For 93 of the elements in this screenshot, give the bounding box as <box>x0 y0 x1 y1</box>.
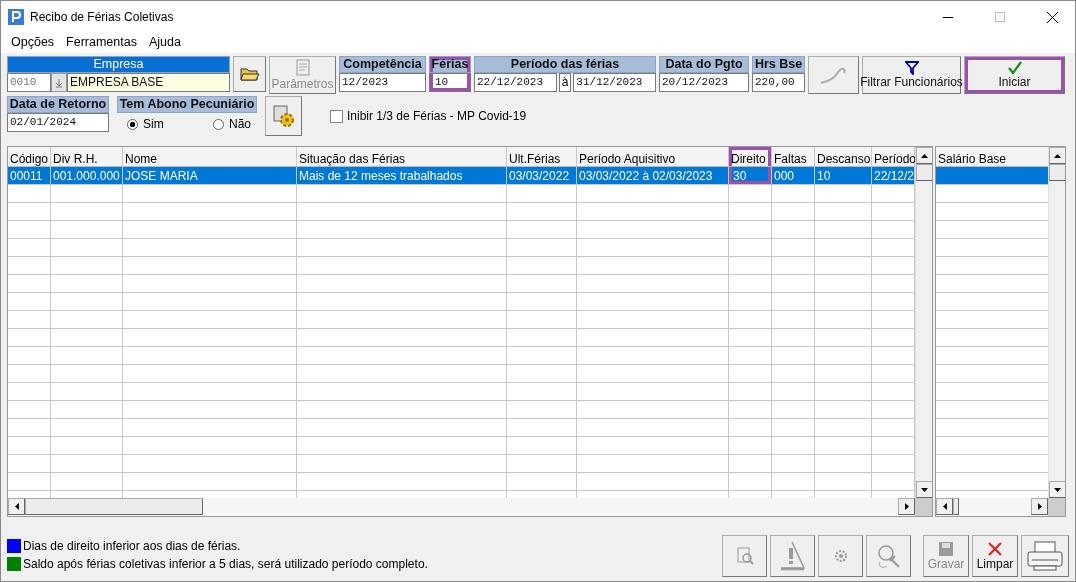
column-header[interactable]: Período Aquisitivo <box>577 147 729 166</box>
text-field[interactable]: 12/2023 <box>339 73 426 92</box>
filter-icon <box>904 61 919 75</box>
radio-label: Não <box>229 117 251 131</box>
text-field[interactable]: 220,00 <box>752 73 805 92</box>
field-label: Férias <box>429 56 471 73</box>
down-arrow-icon <box>1054 487 1061 492</box>
checkmark-icon <box>1006 61 1023 75</box>
scroll-up-button[interactable] <box>1049 147 1065 164</box>
down-arrow-icon <box>921 487 928 492</box>
gear-document-icon <box>271 104 296 128</box>
up-arrow-icon <box>1054 153 1061 158</box>
menu-item[interactable]: Ferramentas <box>60 33 143 53</box>
radio-option[interactable]: Não <box>213 117 251 131</box>
close-icon <box>1046 11 1058 23</box>
scroll-thumb[interactable] <box>1049 164 1065 181</box>
column-header[interactable]: Nome <box>123 147 297 166</box>
app-logo-icon <box>8 9 24 25</box>
table-cell: 03/03/2022 <box>507 167 577 184</box>
column-header[interactable]: Div R.H. <box>51 147 123 166</box>
legend-text: Saldo após férias coletivas inferior a 5 dias, será utilizado período completo. <box>23 557 428 571</box>
menu-item[interactable]: Opções <box>5 33 61 53</box>
radio-label: Sim <box>143 117 164 131</box>
curve-button[interactable] <box>808 56 859 94</box>
document-search-icon <box>734 546 755 566</box>
minimize-icon <box>943 16 953 18</box>
text-field[interactable]: 10 <box>429 73 471 92</box>
range-separator: à <box>558 73 572 92</box>
scroll-up-button[interactable] <box>916 147 932 164</box>
checkbox[interactable] <box>330 109 343 123</box>
radio-button[interactable] <box>213 118 224 130</box>
field-label: Tem Abono Pecuniário <box>117 96 257 113</box>
folder-icon <box>239 66 260 82</box>
table-cell: 30 <box>729 167 772 184</box>
text-field[interactable]: 20/12/2023 <box>659 73 749 92</box>
scroll-thumb[interactable] <box>953 498 959 515</box>
scroll-left-button[interactable] <box>936 498 953 515</box>
scroll-right-button[interactable] <box>898 498 915 515</box>
company-name-field[interactable]: EMPRESA BASE <box>67 73 230 92</box>
table-cell: 10 <box>815 167 872 184</box>
start-button[interactable]: Iniciar <box>964 56 1065 94</box>
scroll-thumb[interactable] <box>25 498 203 515</box>
process-button[interactable] <box>265 96 302 136</box>
up-arrow-icon <box>921 153 928 158</box>
table-cell: 03/03/2022 à 02/03/2023 <box>577 167 729 184</box>
column-header[interactable]: Situação das Férias <box>297 147 507 166</box>
radio-button[interactable] <box>127 118 138 130</box>
column-header[interactable]: Código <box>8 147 51 166</box>
gear-icon <box>832 548 849 564</box>
table-cell: Mais de 12 meses trabalhados <box>297 167 507 184</box>
legend-text: Dias de direito inferior aos dias de férias. <box>23 539 241 553</box>
scroll-left-button[interactable] <box>8 498 25 515</box>
table-cell: 001.000.000 <box>51 167 123 184</box>
date-field[interactable]: 31/12/2023 <box>573 73 656 92</box>
scroll-thumb[interactable] <box>916 164 932 181</box>
field-label: Hrs Bse <box>752 56 805 73</box>
table-row[interactable]: 00011 001.000.000 JOSE MARIA Mais de 12 meses trabalhados 03/03/2022 03/03/2022 à 02/03/2023 30 000 10 22/12/2 <box>8 167 915 185</box>
filter-button[interactable]: Filtrar Funcionários <box>862 56 961 94</box>
clear-button[interactable]: Limpar <box>972 535 1018 577</box>
field-label: Data de Retorno <box>7 96 109 113</box>
date-field[interactable]: 02/01/2024 <box>7 113 109 132</box>
field-label: Empresa <box>7 56 230 73</box>
company-code-field[interactable]: 0010 <box>7 73 51 92</box>
scroll-right-button[interactable] <box>1031 498 1048 515</box>
table-cell: 00011 <box>8 167 51 184</box>
right-arrow-icon <box>1037 503 1042 510</box>
right-arrow-icon <box>904 503 909 510</box>
column-header[interactable]: Descanso <box>815 147 872 166</box>
column-header[interactable]: Ult.Férias <box>507 147 577 166</box>
window-title: Recibo de Férias Coletivas <box>30 10 175 24</box>
menu-item[interactable]: Ajuda <box>142 33 187 53</box>
scroll-down-button[interactable] <box>1049 481 1065 498</box>
scrollbar-corner <box>915 498 932 516</box>
date-field[interactable]: 22/12/2023 <box>474 73 557 92</box>
radio-option[interactable]: Sim <box>127 117 164 131</box>
field-label: Data do Pgto <box>659 56 749 73</box>
scroll-down-button[interactable] <box>916 481 932 498</box>
left-arrow-icon <box>942 503 947 510</box>
document-icon <box>293 59 312 77</box>
close-icon <box>987 541 1003 557</box>
field-label: Competência <box>339 56 426 73</box>
maximize-icon <box>995 12 1005 22</box>
scrollbar-corner <box>1048 498 1065 516</box>
print-button[interactable] <box>1021 535 1069 577</box>
column-header[interactable]: Direito <box>729 147 772 166</box>
field-label: Período das férias <box>474 56 656 73</box>
column-header[interactable]: Faltas <box>772 147 815 166</box>
printer-icon <box>1026 540 1064 572</box>
down-arrow-icon <box>55 77 63 88</box>
open-folder-button[interactable] <box>233 56 266 92</box>
table-cell: JOSE MARIA <box>123 167 297 184</box>
left-arrow-icon <box>14 503 19 510</box>
table-cell: 000 <box>772 167 815 184</box>
